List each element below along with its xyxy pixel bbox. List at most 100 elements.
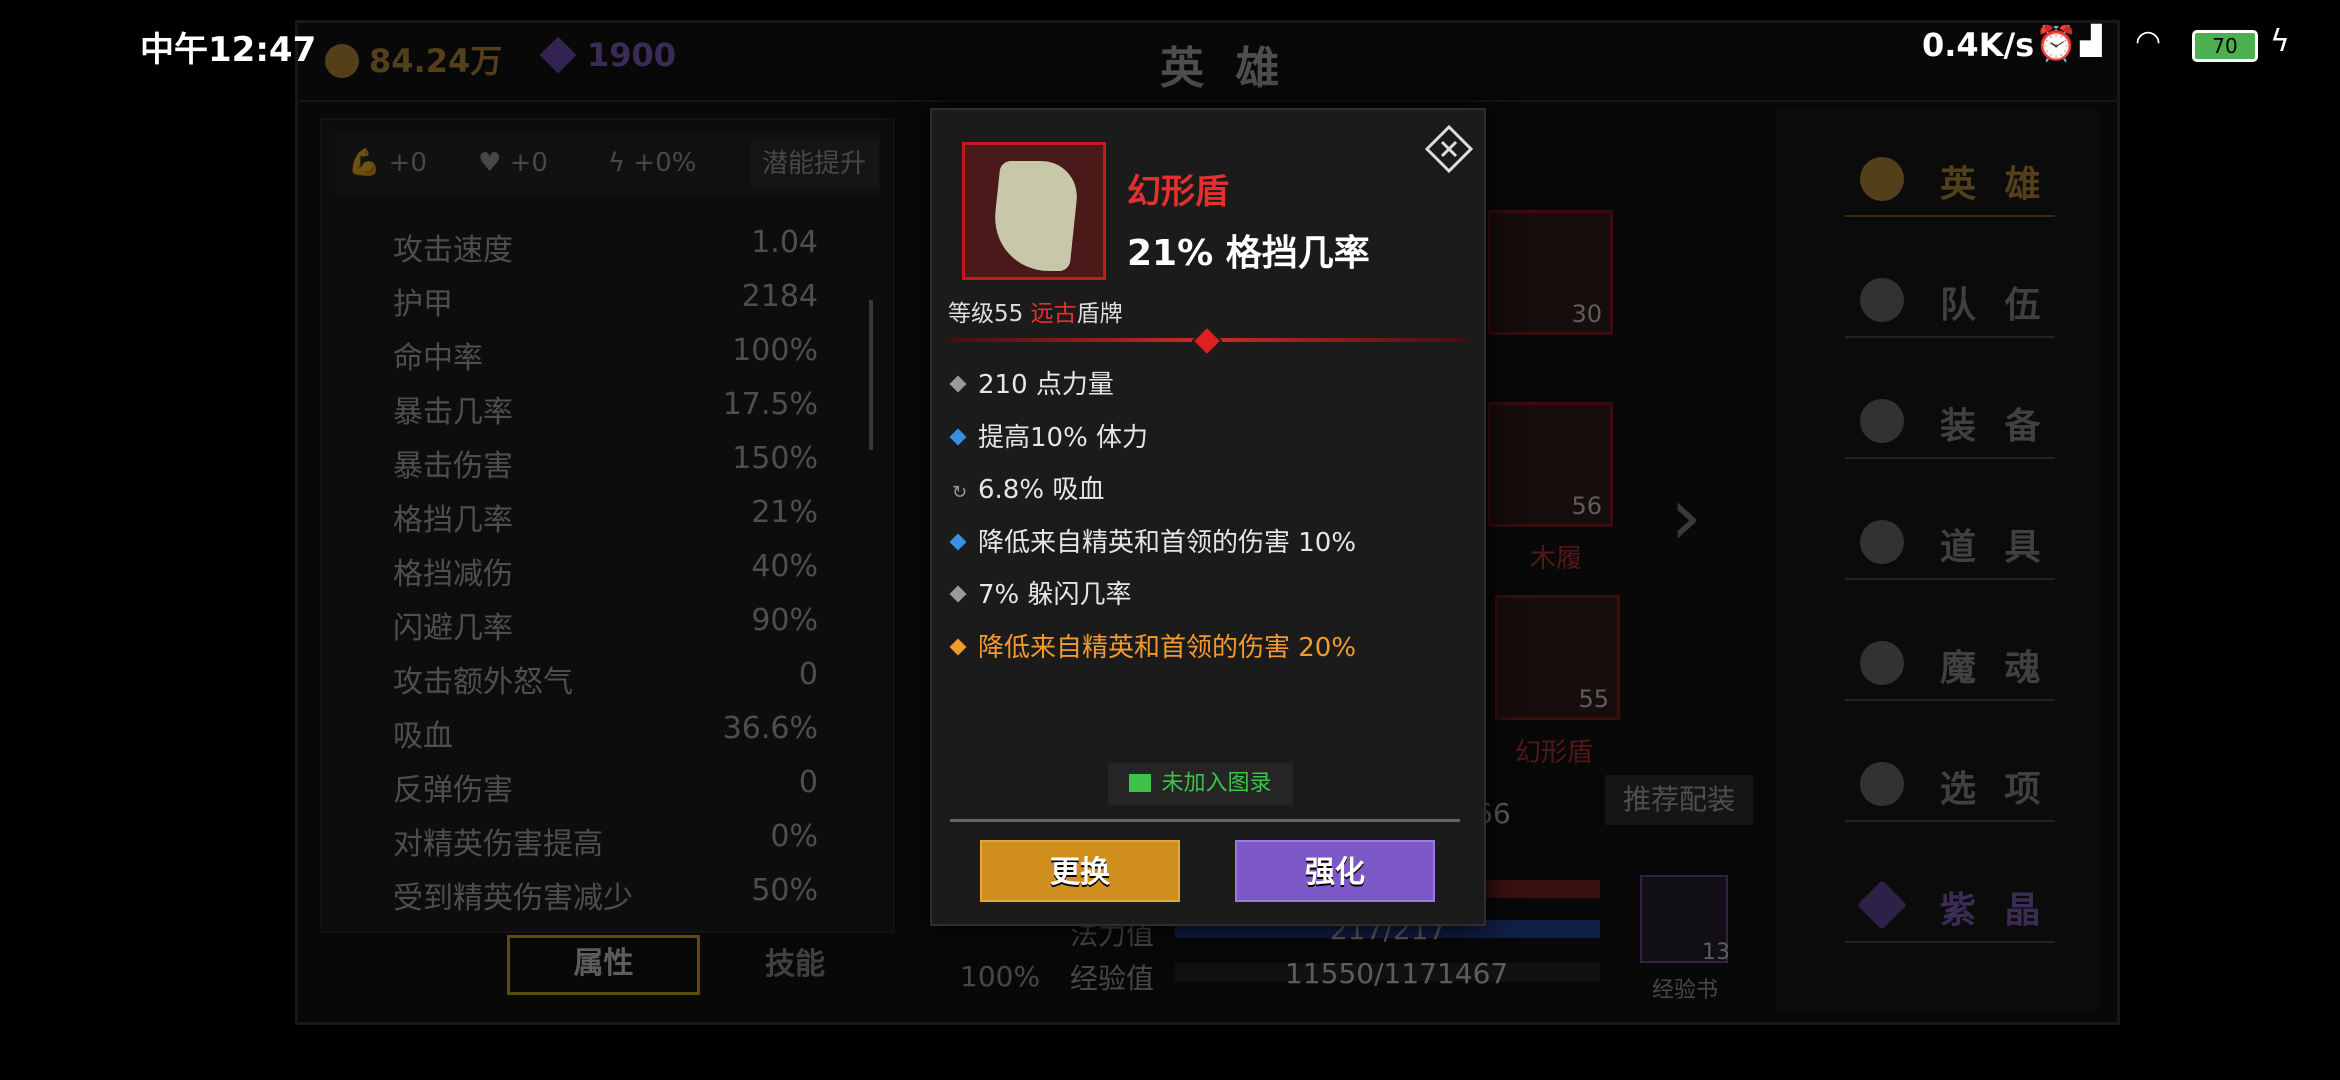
- menu-item-label: 队 伍: [1940, 285, 2049, 326]
- alarm-icon: ⏰: [2035, 24, 2078, 64]
- charging-icon: ϟ: [2270, 24, 2290, 59]
- exp-label: 经验值: [1070, 962, 1155, 995]
- stat-label: 对精英伤害提高: [393, 827, 603, 862]
- menu-item[interactable]: 英 雄: [1845, 145, 2055, 217]
- stat-row: 攻击速度 1.04: [393, 225, 818, 268]
- speed-potential: ϟ +0%: [608, 148, 697, 178]
- signal-icon: ▟: [2080, 24, 2102, 57]
- flag-icon: [1860, 278, 1904, 322]
- stat-row: 吸血 36.6%: [393, 711, 818, 754]
- stat-label: 闪避几率: [393, 611, 513, 646]
- tab-attributes[interactable]: 属性: [507, 935, 700, 995]
- affix-line: 提高10% 体力: [949, 417, 1148, 454]
- stat-label: 受到精英伤害减少: [393, 881, 633, 916]
- affix-text: 210 点力量: [978, 370, 1114, 400]
- health-potential: ♥ +0: [478, 148, 548, 178]
- slot-name-shield: 幻形盾: [1515, 738, 1594, 768]
- flame-icon: [1860, 641, 1904, 685]
- affix-text: 降低来自精英和首领的伤害 10%: [978, 527, 1357, 558]
- equipment-slot-shield[interactable]: 55: [1495, 595, 1620, 720]
- menu-item-label: 道 具: [1940, 527, 2049, 568]
- menu-item[interactable]: 紫 晶: [1845, 871, 2055, 943]
- stat-value: 90%: [751, 603, 818, 638]
- menu-item[interactable]: 队 伍: [1845, 266, 2055, 338]
- modal-divider-bottom: [950, 819, 1460, 822]
- affix-bullet-icon: [949, 585, 967, 603]
- stat-label: 格挡减伤: [393, 557, 513, 592]
- item-main-stat: 21% 格挡几率: [1127, 233, 1370, 274]
- stat-value: 1.04: [751, 225, 818, 260]
- menu-item[interactable]: 装 备: [1845, 387, 2055, 459]
- stat-row: 暴击几率 17.5%: [393, 387, 818, 430]
- stat-value: 2184: [741, 279, 818, 314]
- exp-book-count: 13: [1702, 940, 1730, 965]
- stat-row: 受到精英伤害减少 50%: [393, 873, 818, 916]
- replace-button[interactable]: 更换: [980, 840, 1180, 902]
- affix-line: 7% 躲闪几率: [949, 574, 1132, 611]
- potential-upgrade-button[interactable]: 潜能提升: [750, 140, 878, 188]
- equipment-slot-chest[interactable]: 30: [1488, 210, 1613, 335]
- stat-row: 格挡减伤 40%: [393, 549, 818, 592]
- codex-status[interactable]: 未加入图录: [1108, 763, 1293, 805]
- refresh-icon: ↻: [952, 482, 968, 503]
- arm-icon: 💪: [348, 148, 381, 178]
- network-speed: 0.4K/s: [1922, 26, 2035, 64]
- percent-value: 100%: [960, 960, 1041, 993]
- affix-bullet-icon: [949, 638, 967, 655]
- lightning-icon: ϟ: [608, 148, 626, 178]
- menu-item-label: 魔 魂: [1940, 648, 2049, 689]
- item-type: 盾牌: [1076, 301, 1123, 327]
- stat-label: 暴击伤害: [393, 449, 513, 484]
- affix-text: 6.8% 吸血: [978, 475, 1105, 505]
- upgrade-button[interactable]: 强化: [1235, 840, 1435, 902]
- stat-value: 50%: [751, 873, 818, 908]
- menu-item[interactable]: 魔 魂: [1845, 629, 2055, 701]
- menu-item-label: 紫 晶: [1940, 890, 2049, 931]
- exp-value: 11550/1171467: [1285, 957, 1509, 990]
- menu-item[interactable]: 道 具: [1845, 508, 2055, 580]
- bag-icon: [1860, 520, 1904, 564]
- item-name: 幻形盾: [1127, 172, 1229, 212]
- close-button[interactable]: [1424, 124, 1474, 174]
- status-bar: 中午12:47 0.4K/s ⏰ ▟ ◠ 70 ϟ: [0, 0, 2340, 95]
- stat-label: 攻击速度: [393, 233, 513, 268]
- stats-scrollbar[interactable]: [869, 300, 873, 450]
- affix-bullet-icon: [949, 375, 967, 393]
- stat-label: 攻击额外怒气: [393, 665, 573, 700]
- stat-label: 命中率: [393, 341, 483, 376]
- battery-icon: 70: [2192, 30, 2258, 62]
- stat-row: 暴击伤害 150%: [393, 441, 818, 484]
- stat-row: 反弹伤害 0: [393, 765, 818, 808]
- stat-label: 护甲: [393, 287, 453, 322]
- stat-value: 0: [798, 657, 818, 692]
- book-icon: [1129, 774, 1152, 792]
- item-rarity: 远古: [1030, 301, 1077, 327]
- stat-value: 17.5%: [722, 387, 818, 422]
- affix-line: 降低来自精英和首领的伤害 20%: [949, 627, 1356, 664]
- gear-icon: [1860, 762, 1904, 806]
- stat-value: 21%: [751, 495, 818, 530]
- heart-icon: ♥: [478, 148, 502, 178]
- heroes-icon: [1860, 157, 1904, 201]
- stat-row: 格挡几率 21%: [393, 495, 818, 538]
- stat-row: 闪避几率 90%: [393, 603, 818, 646]
- stat-value: 150%: [732, 441, 818, 476]
- stat-row: 攻击额外怒气 0: [393, 657, 818, 700]
- stat-row: 对精英伤害提高 0%: [393, 819, 818, 862]
- stat-row: 命中率 100%: [393, 333, 818, 376]
- item-icon: [962, 142, 1106, 280]
- stat-label: 反弹伤害: [393, 773, 513, 808]
- equipment-slot-boots[interactable]: 56: [1488, 402, 1613, 527]
- helmet-icon: [1860, 399, 1904, 443]
- stat-value: 0%: [770, 819, 818, 854]
- wifi-icon: ◠: [2135, 24, 2162, 59]
- tab-skills[interactable]: 技能: [730, 935, 860, 995]
- menu-item-label: 选 项: [1940, 769, 2049, 810]
- next-arrow-icon[interactable]: ›: [1670, 470, 1702, 563]
- stat-value: 36.6%: [722, 711, 818, 746]
- recommend-gear-button[interactable]: 推荐配装: [1605, 775, 1753, 825]
- stat-value: 40%: [751, 549, 818, 584]
- menu-item[interactable]: 选 项: [1845, 750, 2055, 822]
- affix-line: ↻ 6.8% 吸血: [952, 469, 1104, 506]
- menu-item-label: 装 备: [1940, 406, 2049, 447]
